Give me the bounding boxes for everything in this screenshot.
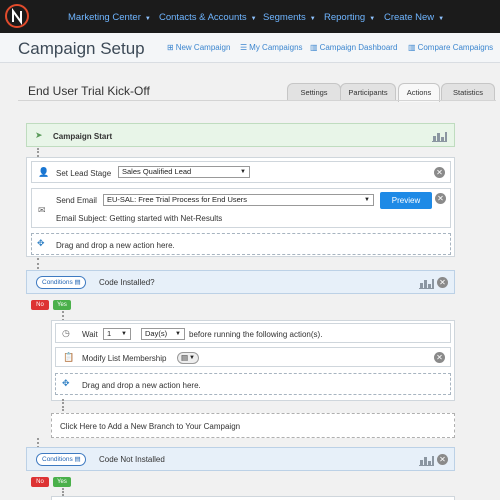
- yes-branch-tag[interactable]: Yes: [53, 300, 71, 310]
- add-branch-label: Click Here to Add a New Branch to Your C…: [60, 422, 241, 431]
- chevron-down-icon: ▼: [121, 331, 127, 337]
- drop-zone-label: Drag and drop a new action here.: [56, 241, 175, 250]
- nav-contacts-accounts[interactable]: Contacts & Accounts ▼: [159, 12, 257, 23]
- wait-amount-select[interactable]: 1 ▼: [103, 328, 131, 340]
- envelope-icon: ✉: [38, 205, 46, 215]
- yes-branch-tag[interactable]: Yes: [53, 477, 71, 487]
- chevron-down-icon: ▼: [309, 16, 316, 22]
- bar-chart-icon: ▥: [310, 43, 318, 52]
- drop-zone[interactable]: ✥ Drag and drop a new action here.: [55, 373, 451, 395]
- nav-segments[interactable]: Segments ▼: [263, 12, 316, 23]
- preview-button[interactable]: Preview: [380, 192, 432, 209]
- drag-drop-icon: ✥: [62, 378, 70, 388]
- tab-settings[interactable]: Settings: [287, 83, 341, 101]
- nav-marketing-center[interactable]: Marketing Center ▼: [68, 12, 151, 23]
- new-campaign-link[interactable]: ⊞ New Campaign: [167, 43, 230, 52]
- connector: [62, 488, 64, 496]
- condition-text: Code Installed?: [99, 278, 155, 287]
- list-select[interactable]: ▤ ▼: [177, 352, 199, 364]
- person-icon: 👤: [38, 167, 50, 177]
- bar-chart-icon: ▥: [408, 43, 416, 52]
- modify-list-label: Modify List Membership: [82, 354, 167, 363]
- list-icon: ▤: [181, 353, 189, 362]
- condition-text: Code Not Installed: [99, 455, 165, 464]
- remove-action-button[interactable]: ✕: [434, 167, 445, 178]
- campaign-start-bar: ➤ Campaign Start: [26, 123, 455, 147]
- tab-participants[interactable]: Participants: [340, 83, 396, 101]
- send-email-action[interactable]: ✉ Send Email EU-SAL: Free Trial Process …: [31, 188, 451, 228]
- wait-unit-select[interactable]: Day(s) ▼: [141, 328, 185, 340]
- conditions-button[interactable]: Conditions ▤: [36, 453, 86, 466]
- page-header: Campaign Setup ⊞ New Campaign ☰ My Campaig…: [0, 33, 500, 63]
- stats-icon[interactable]: [432, 130, 447, 142]
- campaign-start-label: Campaign Start: [53, 132, 113, 141]
- chevron-down-icon: ▼: [189, 355, 195, 361]
- chevron-down-icon: ▼: [175, 331, 181, 337]
- send-icon: ➤: [35, 130, 43, 140]
- branch-actions: [51, 496, 455, 500]
- tab-divider: [18, 100, 496, 101]
- no-branch-tag[interactable]: No: [31, 477, 49, 487]
- campaign-name: End User Trial Kick-Off: [28, 84, 150, 98]
- nav-reporting[interactable]: Reporting ▼: [324, 12, 375, 23]
- list-icon: ▤: [74, 456, 81, 463]
- drop-zone-label: Drag and drop a new action here.: [82, 381, 201, 390]
- chevron-down-icon: ▼: [144, 16, 151, 22]
- tab-statistics[interactable]: Statistics: [441, 83, 495, 101]
- campaign-dashboard-link[interactable]: ▥ Campaign Dashboard: [310, 43, 397, 52]
- conditions-button[interactable]: Conditions ▤: [36, 276, 86, 289]
- nav-create-new[interactable]: Create New ▼: [384, 12, 444, 23]
- remove-action-button[interactable]: ✕: [434, 352, 445, 363]
- chevron-down-icon: ▼: [369, 16, 376, 22]
- page-title: Campaign Setup: [18, 39, 145, 58]
- chevron-down-icon: ▼: [364, 197, 370, 203]
- send-email-label: Send Email: [56, 196, 97, 205]
- modify-list-action[interactable]: 📋 Modify List Membership ▤ ▼ ✕: [55, 347, 451, 367]
- connector: [62, 399, 64, 411]
- remove-action-button[interactable]: ✕: [435, 193, 446, 204]
- chevron-down-icon: ▼: [240, 169, 246, 175]
- clock-icon: ◷: [62, 328, 70, 338]
- drag-drop-icon: ✥: [37, 238, 45, 248]
- set-lead-stage-label: Set Lead Stage: [56, 169, 112, 178]
- email-subject: Email Subject: Getting started with Net-…: [56, 214, 223, 223]
- top-nav: Marketing Center ▼ Contacts & Accounts ▼ S…: [0, 0, 500, 33]
- plus-icon: ⊞: [167, 43, 174, 52]
- wait-label: Wait: [82, 330, 98, 339]
- list-icon: ☰: [240, 43, 248, 52]
- my-campaigns-link[interactable]: ☰ My Campaigns: [240, 43, 303, 52]
- chevron-down-icon: ▼: [250, 16, 257, 22]
- email-template-select[interactable]: EU-SAL: Free Trial Process for End Users…: [103, 194, 374, 206]
- connector: [37, 258, 39, 269]
- condition-bar: Conditions ▤ Code Not Installed ✕: [26, 447, 455, 471]
- list-icon: ▤: [74, 279, 81, 286]
- compare-campaigns-link[interactable]: ▥ Compare Campaigns: [408, 43, 493, 52]
- lead-stage-select[interactable]: Sales Qualified Lead ▼: [118, 166, 250, 178]
- remove-condition-button[interactable]: ✕: [437, 454, 448, 465]
- stats-icon[interactable]: [419, 454, 434, 466]
- remove-condition-button[interactable]: ✕: [437, 277, 448, 288]
- no-branch-tag[interactable]: No: [31, 300, 49, 310]
- add-branch-button[interactable]: Click Here to Add a New Branch to Your C…: [51, 413, 455, 438]
- logo[interactable]: [3, 0, 35, 33]
- set-lead-stage-action[interactable]: 👤 Set Lead Stage Sales Qualified Lead ▼ ✕: [31, 161, 451, 183]
- wait-suffix: before running the following action(s).: [189, 330, 323, 339]
- clipboard-icon: 📋: [63, 352, 75, 362]
- stats-icon[interactable]: [419, 277, 434, 289]
- chevron-down-icon: ▼: [438, 16, 445, 22]
- condition-bar: Conditions ▤ Code Installed? ✕: [26, 270, 455, 294]
- wait-action[interactable]: ◷ Wait 1 ▼ Day(s) ▼ before running the fol…: [55, 323, 451, 343]
- drop-zone[interactable]: ✥ Drag and drop a new action here.: [31, 233, 451, 255]
- connector: [37, 148, 39, 157]
- main-content: End User Trial Kick-Off Settings Partici…: [0, 63, 500, 500]
